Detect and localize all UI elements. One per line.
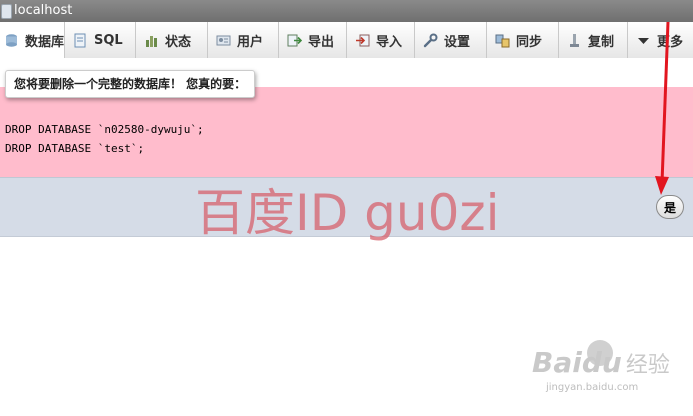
annotation-arrow [655, 21, 670, 195]
